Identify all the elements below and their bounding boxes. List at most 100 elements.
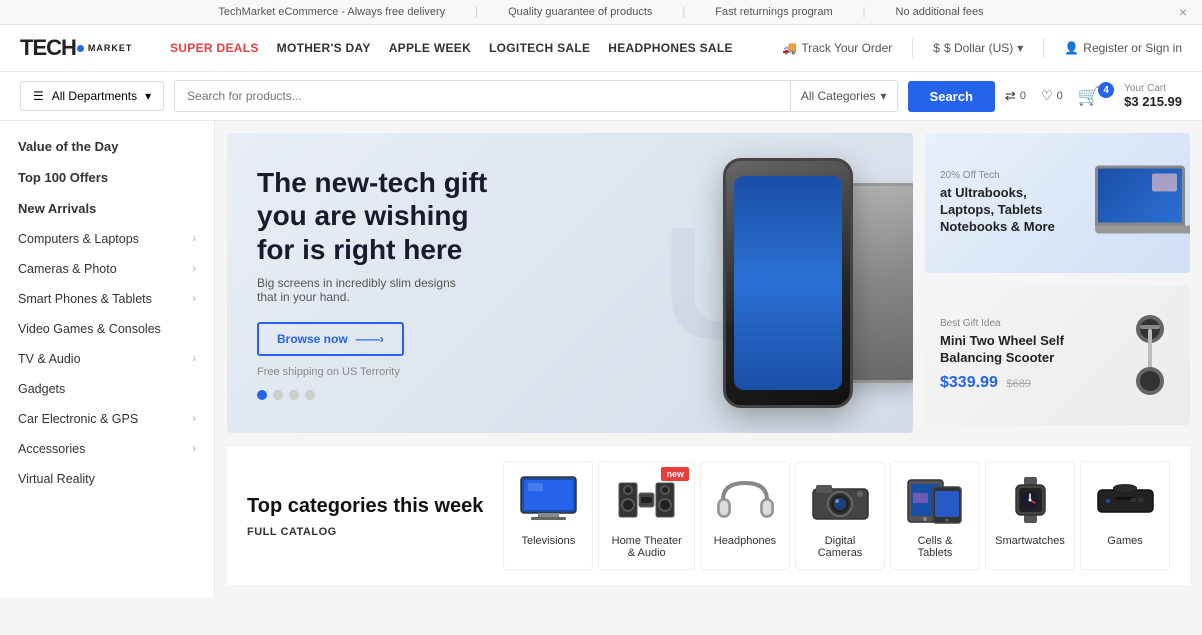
sidebar-label: Gadgets (18, 382, 65, 396)
announcement-bar: TechMarket eCommerce - Always free deliv… (0, 0, 1202, 25)
sidebar-item-value-of-day[interactable]: Value of the Day (0, 131, 214, 162)
sidebar-item-accessories[interactable]: Accessories › (0, 434, 214, 464)
sidebar-item-virtual-reality[interactable]: Virtual Reality (0, 464, 214, 494)
category-name: Headphones (714, 535, 776, 547)
wishlist-button[interactable]: ♡ 0 (1041, 88, 1063, 104)
side-banner-1-title: at Ultrabooks, Laptops, Tablets Notebook… (940, 185, 1080, 236)
full-catalog-link[interactable]: FULL CATALOG (247, 526, 483, 538)
divider-2 (1043, 38, 1044, 58)
header: TECHMARKET SUPER DEALS MOTHER'S DAY APPL… (0, 25, 1202, 72)
category-name: Games (1107, 535, 1142, 547)
chevron-right-icon: › (192, 293, 196, 305)
audio-icon (614, 475, 679, 525)
compare-icon: ⇄ (1005, 88, 1016, 104)
truck-icon: 🚚 (782, 41, 797, 55)
main-nav: SUPER DEALS MOTHER'S DAY APPLE WEEK LOGI… (170, 41, 762, 55)
cart-label: Your Cart (1124, 83, 1182, 94)
category-smartwatches[interactable]: Smartwatches (985, 461, 1075, 570)
chevron-right-icon: › (192, 353, 196, 365)
dot-1[interactable] (257, 390, 267, 400)
nav-super-deals[interactable]: SUPER DEALS (170, 41, 259, 55)
sidebar-item-cameras[interactable]: Cameras & Photo › (0, 254, 214, 284)
departments-button[interactable]: ☰ All Departments ▾ (20, 81, 164, 111)
category-name: Cells & Tablets (899, 535, 971, 559)
category-cells[interactable]: Cells & Tablets (890, 461, 980, 570)
chevron-right-icon: › (192, 413, 196, 425)
dot-4[interactable] (305, 390, 315, 400)
sidebar-item-tv-audio[interactable]: TV & Audio › (0, 344, 214, 374)
announcement-item-1: TechMarket eCommerce - Always free deliv… (218, 6, 445, 18)
close-announcement-button[interactable]: × (1179, 4, 1187, 20)
dot-3[interactable] (289, 390, 299, 400)
category-cameras[interactable]: Digital Cameras (795, 461, 885, 570)
separator-1: | (475, 6, 478, 18)
games-image (1090, 472, 1160, 527)
category-televisions[interactable]: Televisions (503, 461, 593, 570)
side-banner-2-title: Mini Two Wheel Self Balancing Scooter (940, 333, 1080, 367)
cart-button[interactable]: 🛒 4 Your Cart $3 215.99 (1078, 83, 1182, 109)
register-button[interactable]: 👤 Register or Sign in (1064, 41, 1182, 55)
sidebar-label: Value of the Day (18, 139, 118, 154)
top-categories-label: Top categories this week FULL CATALOG (247, 494, 483, 538)
sidebar-label: Cameras & Photo (18, 262, 117, 276)
sidebar-item-car-electronic[interactable]: Car Electronic & GPS › (0, 404, 214, 434)
nav-mothers-day[interactable]: MOTHER'S DAY (277, 41, 371, 55)
currency-icon: $ (933, 41, 940, 55)
browse-now-button[interactable]: Browse now ——› (257, 322, 404, 356)
logo[interactable]: TECHMARKET (20, 35, 150, 61)
announcement-item-3: Fast returnings program (715, 6, 832, 18)
side-banners: 20% Off Tech at Ultrabooks, Laptops, Tab… (925, 133, 1190, 433)
cart-icon: 🛒 (1078, 86, 1100, 107)
register-label: Register or Sign in (1083, 41, 1182, 55)
sidebar-item-top-100[interactable]: Top 100 Offers (0, 162, 214, 193)
departments-chevron-icon: ▾ (145, 89, 151, 103)
scooter-body (1120, 315, 1180, 395)
sidebar: Value of the Day Top 100 Offers New Arri… (0, 121, 215, 597)
banner-headline: The new-tech gift you are wishing for is… (257, 166, 507, 267)
track-order-button[interactable]: 🚚 Track Your Order (782, 41, 892, 55)
side-banner-scooter[interactable]: Best Gift Idea Mini Two Wheel Self Balan… (925, 285, 1190, 425)
sidebar-item-gadgets[interactable]: Gadgets (0, 374, 214, 404)
announcement-item-4: No additional fees (896, 6, 984, 18)
compare-button[interactable]: ⇄ 0 (1005, 88, 1026, 104)
laptop-screen (1095, 166, 1185, 226)
browse-now-label: Browse now (277, 332, 348, 346)
scooter-pole (1148, 329, 1152, 369)
track-order-label: Track Your Order (801, 41, 892, 55)
sidebar-label: Car Electronic & GPS (18, 412, 138, 426)
cart-count-badge: 4 (1098, 82, 1114, 98)
chevron-down-icon: ▾ (1017, 41, 1023, 55)
category-headphones[interactable]: Headphones (700, 461, 790, 570)
category-home-theater[interactable]: new (598, 461, 695, 570)
logo-dot (77, 45, 84, 52)
arrow-right-icon: ——› (356, 332, 384, 346)
top-categories-title: Top categories this week (247, 494, 483, 518)
wishlist-count: 0 (1057, 90, 1063, 102)
side-banner-tech[interactable]: 20% Off Tech at Ultrabooks, Laptops, Tab… (925, 133, 1190, 273)
watch-image (995, 472, 1065, 527)
sidebar-item-computers[interactable]: Computers & Laptops › (0, 224, 214, 254)
category-name: Home Theater & Audio (607, 535, 686, 559)
camera-icon (808, 475, 873, 525)
sidebar-item-videogames[interactable]: Video Games & Consoles (0, 314, 214, 344)
nav-logitech-sale[interactable]: LOGITECH SALE (489, 41, 590, 55)
sidebar-item-smartphones[interactable]: Smart Phones & Tablets › (0, 284, 214, 314)
all-categories-dropdown[interactable]: All Categories ▾ (790, 81, 897, 111)
side-banner-old-price: $689 (1006, 378, 1030, 390)
category-games[interactable]: Games (1080, 461, 1170, 570)
headphone-icon (713, 475, 778, 525)
main-banner: UK The new-tech gift you are wishing for… (227, 133, 913, 433)
dot-2[interactable] (273, 390, 283, 400)
banner-shipping: Free shipping on US Terrority (257, 366, 883, 378)
nav-headphones-sale[interactable]: HEADPHONES SALE (608, 41, 733, 55)
new-badge: new (661, 467, 689, 481)
compare-count: 0 (1020, 90, 1026, 102)
logo-market: MARKET (88, 44, 133, 53)
sidebar-label: Computers & Laptops (18, 232, 139, 246)
sidebar-item-new-arrivals[interactable]: New Arrivals (0, 193, 214, 224)
search-input[interactable] (175, 81, 790, 111)
currency-selector[interactable]: $ $ Dollar (US) ▾ (933, 41, 1023, 55)
search-button[interactable]: Search (908, 81, 995, 112)
sidebar-label: Video Games & Consoles (18, 322, 161, 336)
nav-apple-week[interactable]: APPLE WEEK (389, 41, 471, 55)
